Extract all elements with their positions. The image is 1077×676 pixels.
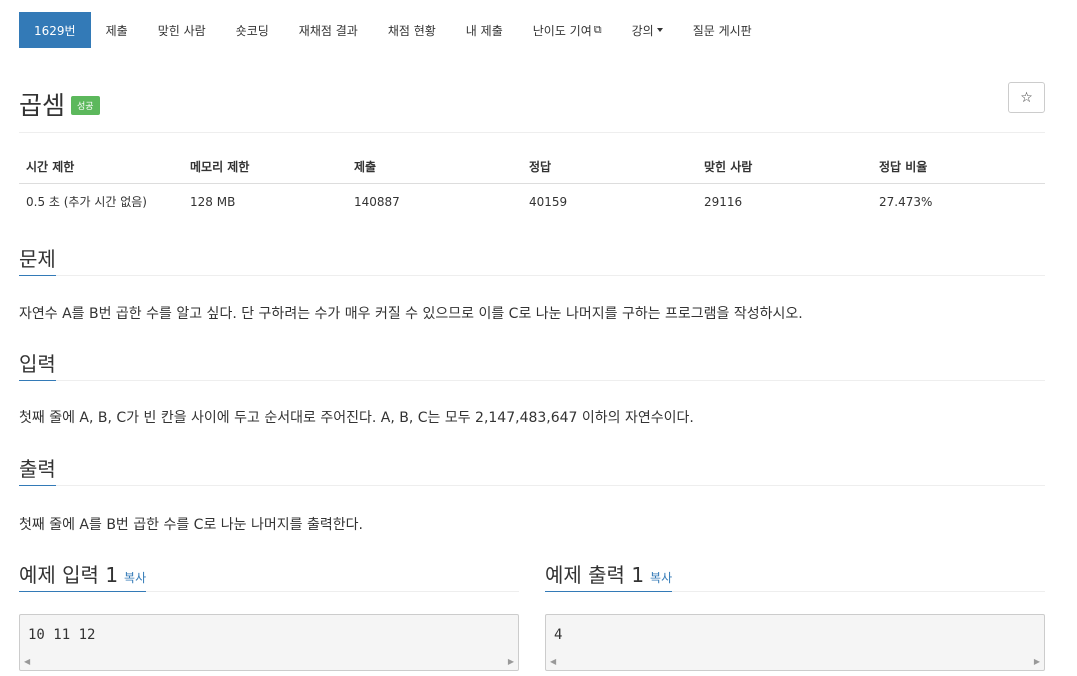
col-submissions: 제출 [347,149,522,184]
external-link-icon: ⧉ [593,23,602,36]
tab-judge-status[interactable]: 채점 현황 [373,12,451,48]
samples-row: 예제 입력 1 복사 10 11 12 ◀ ▶ 예제 출력 1 복사 4 ◀ ▶ [19,557,1045,671]
sample-output-box[interactable]: 4 ◀ ▶ [545,614,1045,671]
section-description-header: 문제 [19,241,1045,276]
tab-solvers[interactable]: 맞힌 사람 [143,12,221,48]
problem-nav: 1629번 제출 맞힌 사람 숏코딩 재채점 결과 채점 현황 내 제출 난이도… [19,12,1045,48]
sample-input-box[interactable]: 10 11 12 ◀ ▶ [19,614,519,671]
col-accepted: 정답 [522,149,697,184]
tab-rejudge-results[interactable]: 재채점 결과 [284,12,373,48]
tab-label: 맞힌 사람 [157,23,206,38]
section-output-header: 출력 [19,451,1045,486]
time-limit-value: 0.5 초 (추가 시간 없음) [26,195,147,209]
problem-title: 곱셈 [19,91,66,120]
page-content: 1629번 제출 맞힌 사람 숏코딩 재채점 결과 채점 현황 내 제출 난이도… [19,12,1045,671]
tab-label: 내 제출 [465,23,503,38]
sample-input: 예제 입력 1 복사 10 11 12 ◀ ▶ [19,557,519,671]
submissions-value: 140887 [354,194,400,209]
caret-down-icon [656,28,663,32]
tab-my-submissions[interactable]: 내 제출 [451,12,518,48]
output-description: 첫째 줄에 A를 B번 곱한 수를 C로 나눈 나머지를 출력한다. [19,517,363,533]
tab-label: 숏코딩 [235,23,269,38]
tab-lectures[interactable]: 강의 [617,12,678,48]
scroll-left-icon[interactable]: ◀ [550,657,556,666]
star-icon: ☆ [1020,89,1033,106]
sample-output-title: 예제 출력 1 [545,563,645,587]
tab-label: 재채점 결과 [298,23,358,38]
section-heading: 입력 [19,348,56,381]
section-heading: 출력 [19,453,56,486]
copy-button[interactable]: 복사 [650,571,672,585]
col-time-limit: 시간 제한 [19,149,183,184]
tab-label: 채점 현황 [387,23,436,38]
sample-output: 예제 출력 1 복사 4 ◀ ▶ [545,557,1045,671]
accepted-value: 40159 [529,194,568,209]
table-header-row: 시간 제한 메모리 제한 제출 정답 맞힌 사람 정답 비율 [19,149,1045,184]
tab-label: 제출 [105,23,128,38]
sample-input-header: 예제 입력 1 복사 [19,557,519,592]
tab-qna-board[interactable]: 질문 게시판 [678,12,767,48]
col-accept-ratio: 정답 비율 [872,149,1045,184]
favorite-button[interactable]: ☆ [1008,82,1045,113]
horizontal-scrollbar[interactable]: ◀ ▶ [24,655,514,667]
sample-input-title: 예제 입력 1 [19,563,119,587]
section-heading: 예제 출력 1 복사 [545,559,673,592]
tab-problem[interactable]: 1629번 [19,12,91,48]
tab-label: 난이도 기여 [532,23,592,38]
scroll-left-icon[interactable]: ◀ [24,657,30,666]
memory-limit-value: 128 MB [190,194,236,209]
tab-label: 강의 [631,23,654,38]
section-heading: 문제 [19,243,56,276]
tab-label: 1629번 [34,23,76,38]
col-solvers: 맞힌 사람 [697,149,872,184]
col-memory-limit: 메모리 제한 [183,149,347,184]
title-row: 곱셈 성공 ☆ [19,82,1045,133]
scroll-right-icon[interactable]: ▶ [508,657,514,666]
section-heading: 예제 입력 1 복사 [19,559,147,592]
accept-ratio-value: 27.473% [879,194,933,209]
sample-output-code: 4 [554,627,563,643]
section-input-header: 입력 [19,346,1045,381]
problem-stats-table: 시간 제한 메모리 제한 제출 정답 맞힌 사람 정답 비율 0.5 초 (추가… [19,149,1045,219]
scroll-right-icon[interactable]: ▶ [1034,657,1040,666]
input-description: 첫째 줄에 A, B, C가 빈 칸을 사이에 두고 순서대로 주어진다. A,… [19,410,694,426]
solvers-value: 29116 [704,194,743,209]
tab-submit[interactable]: 제출 [91,12,143,48]
problem-description: 자연수 A를 B번 곱한 수를 알고 싶다. 단 구하려는 수가 매우 커질 수… [19,306,803,322]
tab-label: 질문 게시판 [692,23,752,38]
copy-button[interactable]: 복사 [124,571,146,585]
status-badge: 성공 [71,96,100,115]
horizontal-scrollbar[interactable]: ◀ ▶ [550,655,1040,667]
table-row: 0.5 초 (추가 시간 없음) 128 MB 140887 40159 291… [19,184,1045,220]
sample-output-header: 예제 출력 1 복사 [545,557,1045,592]
sample-input-code: 10 11 12 [28,627,96,643]
tab-difficulty-contribution[interactable]: 난이도 기여 ⧉ [518,12,617,48]
tab-short-coding[interactable]: 숏코딩 [221,12,284,48]
